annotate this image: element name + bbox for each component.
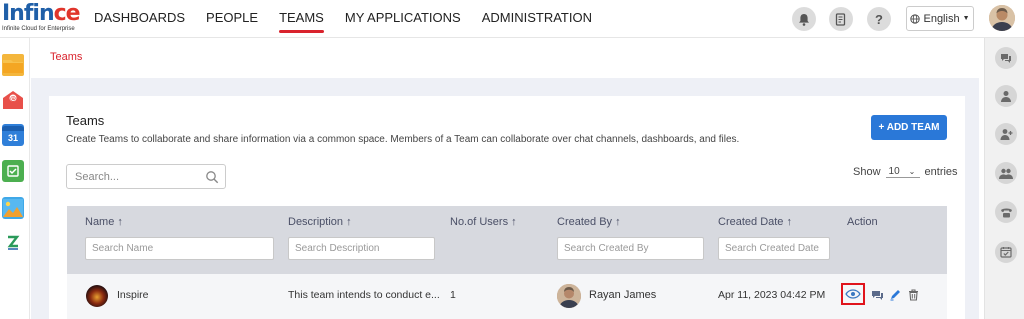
mail-icon[interactable]: @ xyxy=(2,89,24,111)
col-created-date-header[interactable]: Created Date ↑ xyxy=(718,216,792,228)
trash-icon xyxy=(908,289,918,301)
show-label: Show xyxy=(853,166,881,178)
folder-icon[interactable] xyxy=(2,54,24,76)
phone-icon[interactable] xyxy=(995,201,1017,223)
logo-accent: ce xyxy=(53,1,81,26)
page-size-value: 10 xyxy=(888,166,900,177)
logo-tagline: Infinite Cloud for Enterprise xyxy=(2,26,75,32)
bell-icon[interactable] xyxy=(792,7,816,31)
search-icon xyxy=(206,171,219,184)
user-add-icon[interactable] xyxy=(995,123,1017,145)
users-icon[interactable] xyxy=(995,162,1017,184)
gallery-icon[interactable] xyxy=(2,197,24,219)
team-user-count: 1 xyxy=(450,289,456,301)
search-placeholder: Search... xyxy=(75,170,120,183)
col-name-header[interactable]: Name ↑ xyxy=(85,216,123,228)
globe-icon xyxy=(910,13,921,24)
chat-icon[interactable] xyxy=(995,47,1017,69)
breadcrumb[interactable]: Teams xyxy=(50,51,82,63)
logo-text: Infin xyxy=(2,1,55,26)
tasks-icon[interactable] xyxy=(2,160,24,182)
calendar-check-icon[interactable] xyxy=(995,241,1017,263)
col-users-header[interactable]: No.of Users ↑ xyxy=(450,216,517,228)
team-description: This team intends to conduct e... xyxy=(288,289,440,301)
svg-text:@: @ xyxy=(10,96,16,103)
filter-name-input[interactable]: Search Name xyxy=(85,237,274,260)
add-team-button[interactable]: + ADD TEAM xyxy=(871,115,947,140)
brand-logo[interactable]: Infince Infinite Cloud for Enterprise xyxy=(2,1,81,33)
creator-avatar xyxy=(557,284,581,308)
nav-people[interactable]: PEOPLE xyxy=(206,0,258,38)
page-size-select[interactable]: 10 ⌄ xyxy=(885,166,920,178)
report-icon[interactable] xyxy=(829,7,853,31)
top-bar: Infince Infinite Cloud for Enterprise DA… xyxy=(0,0,1024,38)
page-size-control: Show 10 ⌄ entries xyxy=(853,166,958,178)
filter-created-date-input[interactable]: Search Created Date xyxy=(718,237,830,260)
caret-down-icon: ▼ xyxy=(962,15,970,22)
col-created-by-header[interactable]: Created By ↑ xyxy=(557,216,621,228)
language-label: English xyxy=(923,12,960,25)
creator-name: Rayan James xyxy=(589,289,657,301)
breadcrumb-bar: Teams xyxy=(31,38,979,78)
filter-created-by-input[interactable]: Search Created By xyxy=(557,237,704,260)
delete-button[interactable] xyxy=(904,286,922,304)
teams-card: Teams Create Teams to collaborate and sh… xyxy=(49,96,965,319)
profile-avatar[interactable] xyxy=(989,5,1015,31)
created-date: Apr 11, 2023 04:42 PM xyxy=(718,289,826,301)
nav-teams[interactable]: TEAMS xyxy=(279,0,324,38)
calendar-icon[interactable]: 31 xyxy=(2,124,24,146)
app-icon[interactable] xyxy=(2,233,24,255)
chevron-down-icon: ⌄ xyxy=(908,167,916,176)
nav-dashboards[interactable]: DASHBOARDS xyxy=(94,0,185,38)
table-row[interactable]: Inspire This team intends to conduct e..… xyxy=(67,274,947,319)
col-description-header[interactable]: Description ↑ xyxy=(288,216,352,228)
entries-label: entries xyxy=(924,166,958,178)
team-logo xyxy=(86,285,108,307)
edit-button[interactable] xyxy=(886,286,904,304)
team-name[interactable]: Inspire xyxy=(117,289,149,301)
page-description: Create Teams to collaborate and share in… xyxy=(66,134,740,145)
user-icon[interactable] xyxy=(995,85,1017,107)
nav-my-applications[interactable]: MY APPLICATIONS xyxy=(345,0,461,38)
help-icon[interactable]: ? xyxy=(867,7,891,31)
left-app-sidebar: @ 31 xyxy=(0,38,30,319)
view-button[interactable] xyxy=(841,283,865,305)
col-action-header: Action xyxy=(847,216,878,228)
calendar-day: 31 xyxy=(7,132,18,143)
table-header: Name ↑ Description ↑ No.of Users ↑ Creat… xyxy=(67,206,947,274)
chat-button[interactable] xyxy=(868,286,886,304)
eye-icon xyxy=(845,289,861,299)
search-input[interactable]: Search... xyxy=(66,164,226,189)
edit-icon xyxy=(890,290,900,301)
nav-administration[interactable]: ADMINISTRATION xyxy=(482,0,592,38)
filter-description-input[interactable]: Search Description xyxy=(288,237,435,260)
page-title: Teams xyxy=(66,113,105,128)
chat-icon xyxy=(871,290,883,300)
main-nav: DASHBOARDS PEOPLE TEAMS MY APPLICATIONS … xyxy=(94,0,613,38)
right-sidebar xyxy=(984,38,1024,319)
language-select[interactable]: English ▼ xyxy=(906,6,974,31)
